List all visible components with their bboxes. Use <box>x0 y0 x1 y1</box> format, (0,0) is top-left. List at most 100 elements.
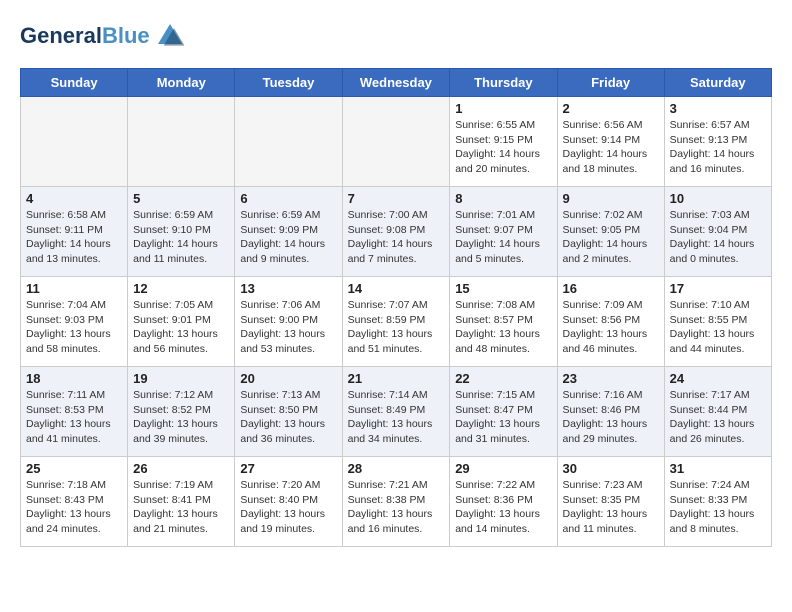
calendar-cell: 20Sunrise: 7:13 AM Sunset: 8:50 PM Dayli… <box>235 367 342 457</box>
day-number: 9 <box>563 191 659 206</box>
logo-text: GeneralBlue <box>20 25 150 47</box>
calendar-cell: 13 Sunrise: 7:06 AM Sunset: 9:00 PM Dayli… <box>235 277 342 367</box>
day-number: 24 <box>670 371 766 386</box>
logo-icon <box>154 20 186 52</box>
calendar-cell: 14 Sunrise: 7:07 AM Sunset: 8:59 PM Dayli… <box>342 277 450 367</box>
day-number: 16 <box>563 281 659 296</box>
day-number: 28 <box>348 461 445 476</box>
day-number: 19 <box>133 371 229 386</box>
calendar-cell: 6Sunrise: 6:59 AM Sunset: 9:09 PM Daylig… <box>235 187 342 277</box>
weekday-header: Friday <box>557 69 664 97</box>
day-info: Sunrise: 7:18 AM Sunset: 8:43 PM Dayligh… <box>26 478 122 537</box>
day-number: 7 <box>348 191 445 206</box>
day-number: 17 <box>670 281 766 296</box>
day-info: Sunrise: 7:02 AM Sunset: 9:05 PM Dayligh… <box>563 208 659 267</box>
day-number: 2 <box>563 101 659 116</box>
day-info: Sunrise: 7:24 AM Sunset: 8:33 PM Dayligh… <box>670 478 766 537</box>
day-number: 20 <box>240 371 336 386</box>
day-info: Sunrise: 7:00 AM Sunset: 9:08 PM Dayligh… <box>348 208 445 267</box>
day-number: 30 <box>563 461 659 476</box>
day-number: 27 <box>240 461 336 476</box>
day-number: 25 <box>26 461 122 476</box>
weekday-header: Thursday <box>450 69 557 97</box>
calendar-cell <box>235 97 342 187</box>
day-info: Sunrise: 7:21 AM Sunset: 8:38 PM Dayligh… <box>348 478 445 537</box>
day-info: Sunrise: 6:59 AM Sunset: 9:09 PM Dayligh… <box>240 208 336 267</box>
day-info: Sunrise: 7:07 AM Sunset: 8:59 PM Dayligh… <box>348 298 445 357</box>
day-info: Sunrise: 7:12 AM Sunset: 8:52 PM Dayligh… <box>133 388 229 447</box>
day-info: Sunrise: 7:17 AM Sunset: 8:44 PM Dayligh… <box>670 388 766 447</box>
day-info: Sunrise: 7:23 AM Sunset: 8:35 PM Dayligh… <box>563 478 659 537</box>
calendar-cell: 1Sunrise: 6:55 AM Sunset: 9:15 PM Daylig… <box>450 97 557 187</box>
calendar-cell: 31 Sunrise: 7:24 AM Sunset: 8:33 PM Dayli… <box>664 457 771 547</box>
day-info: Sunrise: 6:57 AM Sunset: 9:13 PM Dayligh… <box>670 118 766 177</box>
calendar-cell: 5 Sunrise: 6:59 AM Sunset: 9:10 PM Daylig… <box>128 187 235 277</box>
day-info: Sunrise: 7:05 AM Sunset: 9:01 PM Dayligh… <box>133 298 229 357</box>
day-number: 26 <box>133 461 229 476</box>
calendar-cell: 15 Sunrise: 7:08 AM Sunset: 8:57 PM Dayli… <box>450 277 557 367</box>
calendar-cell: 28 Sunrise: 7:21 AM Sunset: 8:38 PM Dayli… <box>342 457 450 547</box>
page-header: GeneralBlue <box>20 20 772 52</box>
day-info: Sunrise: 7:04 AM Sunset: 9:03 PM Dayligh… <box>26 298 122 357</box>
calendar-cell: 30 Sunrise: 7:23 AM Sunset: 8:35 PM Dayli… <box>557 457 664 547</box>
calendar-cell: 10 Sunrise: 7:03 AM Sunset: 9:04 PM Dayli… <box>664 187 771 277</box>
day-number: 14 <box>348 281 445 296</box>
day-number: 10 <box>670 191 766 206</box>
weekday-header: Tuesday <box>235 69 342 97</box>
calendar-cell: 3 Sunrise: 6:57 AM Sunset: 9:13 PM Daylig… <box>664 97 771 187</box>
calendar-cell: 29 Sunrise: 7:22 AM Sunset: 8:36 PM Dayli… <box>450 457 557 547</box>
day-info: Sunrise: 7:19 AM Sunset: 8:41 PM Dayligh… <box>133 478 229 537</box>
weekday-header: Saturday <box>664 69 771 97</box>
weekday-header: Wednesday <box>342 69 450 97</box>
day-number: 31 <box>670 461 766 476</box>
day-number: 18 <box>26 371 122 386</box>
calendar-cell: 9 Sunrise: 7:02 AM Sunset: 9:05 PM Daylig… <box>557 187 664 277</box>
day-info: Sunrise: 7:09 AM Sunset: 8:56 PM Dayligh… <box>563 298 659 357</box>
calendar-cell: 2 Sunrise: 6:56 AM Sunset: 9:14 PM Daylig… <box>557 97 664 187</box>
calendar-table: SundayMondayTuesdayWednesdayThursdayFrid… <box>20 68 772 547</box>
day-info: Sunrise: 7:14 AM Sunset: 8:49 PM Dayligh… <box>348 388 445 447</box>
calendar-cell: 8 Sunrise: 7:01 AM Sunset: 9:07 PM Daylig… <box>450 187 557 277</box>
day-number: 21 <box>348 371 445 386</box>
calendar-cell: 7 Sunrise: 7:00 AM Sunset: 9:08 PM Daylig… <box>342 187 450 277</box>
weekday-header: Sunday <box>21 69 128 97</box>
day-info: Sunrise: 7:22 AM Sunset: 8:36 PM Dayligh… <box>455 478 551 537</box>
day-number: 12 <box>133 281 229 296</box>
day-number: 11 <box>26 281 122 296</box>
calendar-cell: 25 Sunrise: 7:18 AM Sunset: 8:43 PM Dayli… <box>21 457 128 547</box>
weekday-header: Monday <box>128 69 235 97</box>
calendar-cell <box>342 97 450 187</box>
day-info: Sunrise: 7:10 AM Sunset: 8:55 PM Dayligh… <box>670 298 766 357</box>
day-info: Sunrise: 7:16 AM Sunset: 8:46 PM Dayligh… <box>563 388 659 447</box>
day-info: Sunrise: 6:59 AM Sunset: 9:10 PM Dayligh… <box>133 208 229 267</box>
day-info: Sunrise: 7:03 AM Sunset: 9:04 PM Dayligh… <box>670 208 766 267</box>
day-number: 23 <box>563 371 659 386</box>
day-info: Sunrise: 6:58 AM Sunset: 9:11 PM Dayligh… <box>26 208 122 267</box>
day-info: Sunrise: 7:20 AM Sunset: 8:40 PM Dayligh… <box>240 478 336 537</box>
day-number: 15 <box>455 281 551 296</box>
day-number: 13 <box>240 281 336 296</box>
calendar-cell: 21 Sunrise: 7:14 AM Sunset: 8:49 PM Dayli… <box>342 367 450 457</box>
calendar-cell <box>128 97 235 187</box>
calendar-cell: 4 Sunrise: 6:58 AM Sunset: 9:11 PM Daylig… <box>21 187 128 277</box>
calendar-cell: 23 Sunrise: 7:16 AM Sunset: 8:46 PM Dayli… <box>557 367 664 457</box>
day-info: Sunrise: 7:06 AM Sunset: 9:00 PM Dayligh… <box>240 298 336 357</box>
day-info: Sunrise: 7:01 AM Sunset: 9:07 PM Dayligh… <box>455 208 551 267</box>
calendar-cell: 12 Sunrise: 7:05 AM Sunset: 9:01 PM Dayli… <box>128 277 235 367</box>
logo: GeneralBlue <box>20 20 186 52</box>
calendar-cell: 27 Sunrise: 7:20 AM Sunset: 8:40 PM Dayli… <box>235 457 342 547</box>
day-info: Sunrise: 7:08 AM Sunset: 8:57 PM Dayligh… <box>455 298 551 357</box>
day-info: Sunrise: 7:11 AM Sunset: 8:53 PM Dayligh… <box>26 388 122 447</box>
day-info: Sunrise: 6:56 AM Sunset: 9:14 PM Dayligh… <box>563 118 659 177</box>
day-number: 22 <box>455 371 551 386</box>
day-number: 8 <box>455 191 551 206</box>
day-number: 5 <box>133 191 229 206</box>
calendar-cell: 11 Sunrise: 7:04 AM Sunset: 9:03 PM Dayli… <box>21 277 128 367</box>
day-number: 29 <box>455 461 551 476</box>
calendar-cell: 18 Sunrise: 7:11 AM Sunset: 8:53 PM Dayli… <box>21 367 128 457</box>
day-number: 4 <box>26 191 122 206</box>
calendar-cell: 24 Sunrise: 7:17 AM Sunset: 8:44 PM Dayli… <box>664 367 771 457</box>
calendar-cell: 17 Sunrise: 7:10 AM Sunset: 8:55 PM Dayli… <box>664 277 771 367</box>
calendar-cell: 19 Sunrise: 7:12 AM Sunset: 8:52 PM Dayli… <box>128 367 235 457</box>
day-number: 3 <box>670 101 766 116</box>
